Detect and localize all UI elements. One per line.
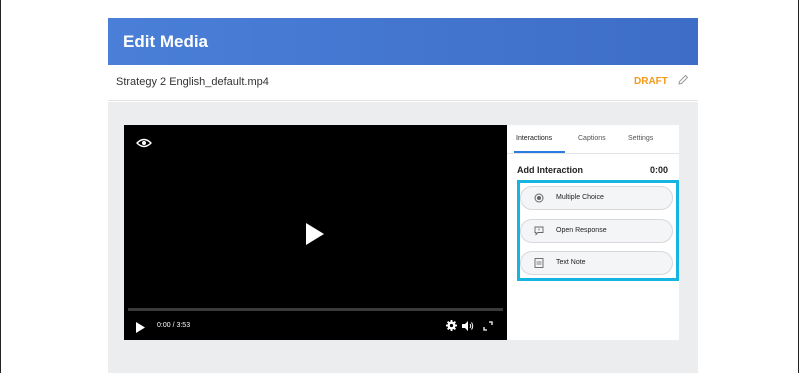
tab-interactions[interactable]: Interactions bbox=[516, 135, 552, 142]
file-bar: Strategy 2 English_default.mp4 DRAFT bbox=[108, 65, 698, 101]
speech-bubble-icon bbox=[534, 226, 544, 236]
panel-header: Edit Media bbox=[108, 18, 698, 65]
tab-captions[interactable]: Captions bbox=[578, 135, 606, 142]
tabs-divider bbox=[507, 153, 679, 154]
add-interaction-label: Add Interaction bbox=[517, 165, 584, 175]
right-border bbox=[798, 0, 799, 373]
option-label: Multiple Choice bbox=[556, 194, 604, 201]
text-note-option[interactable]: Text Note bbox=[520, 251, 673, 275]
interaction-panel: Interactions Captions Settings Add Inter… bbox=[507, 125, 679, 340]
tab-settings[interactable]: Settings bbox=[628, 135, 653, 142]
play-icon[interactable] bbox=[306, 223, 324, 245]
status-badge: DRAFT bbox=[634, 76, 668, 87]
progress-bar[interactable] bbox=[128, 308, 503, 311]
left-border bbox=[0, 0, 1, 373]
panel-title: Edit Media bbox=[123, 32, 209, 51]
play-button-icon[interactable] bbox=[136, 322, 145, 333]
edit-media-panel: Edit Media Strategy 2 English_default.mp… bbox=[108, 18, 698, 373]
file-name: Strategy 2 English_default.mp4 bbox=[116, 76, 269, 88]
time-display: 0:00 / 3:53 bbox=[157, 322, 191, 329]
add-interaction-time: 0:00 bbox=[650, 165, 669, 175]
volume-icon[interactable] bbox=[462, 321, 474, 331]
open-response-option[interactable]: Open Response bbox=[520, 219, 673, 243]
gear-icon[interactable] bbox=[446, 320, 457, 331]
option-label: Open Response bbox=[556, 227, 607, 234]
pencil-icon[interactable] bbox=[676, 73, 690, 87]
eye-icon[interactable] bbox=[136, 137, 152, 149]
radio-icon bbox=[534, 193, 544, 203]
note-icon bbox=[534, 258, 544, 268]
option-label: Text Note bbox=[556, 259, 586, 266]
video-player[interactable]: 0:00 / 3:53 bbox=[124, 125, 507, 340]
multiple-choice-option[interactable]: Multiple Choice bbox=[520, 186, 673, 210]
fullscreen-icon[interactable] bbox=[483, 321, 493, 331]
